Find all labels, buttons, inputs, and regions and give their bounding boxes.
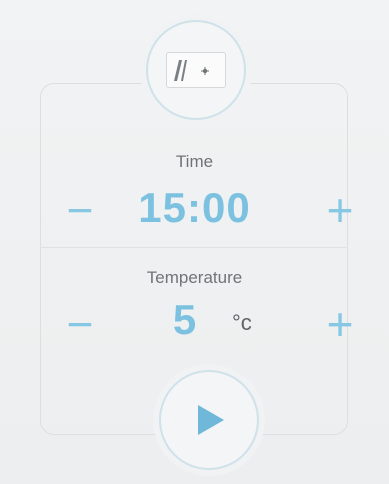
appliance-control-screen: Time − 15:00 + Temperature − 5 °c + xyxy=(0,0,389,484)
play-icon xyxy=(198,405,224,435)
program-icon-graphic xyxy=(174,60,209,81)
section-divider xyxy=(40,247,348,248)
temperature-increase-button[interactable]: + xyxy=(318,301,362,347)
start-button[interactable] xyxy=(159,370,259,470)
temperature-unit: °c xyxy=(232,310,252,335)
time-label: Time xyxy=(175,152,214,171)
program-icon xyxy=(166,52,226,88)
temperature-decrease-button[interactable]: − xyxy=(58,301,102,347)
program-button[interactable] xyxy=(146,20,246,120)
temperature-value: 5 xyxy=(172,296,198,343)
temperature-label: Temperature xyxy=(146,268,243,287)
time-increase-button[interactable]: + xyxy=(318,187,362,233)
